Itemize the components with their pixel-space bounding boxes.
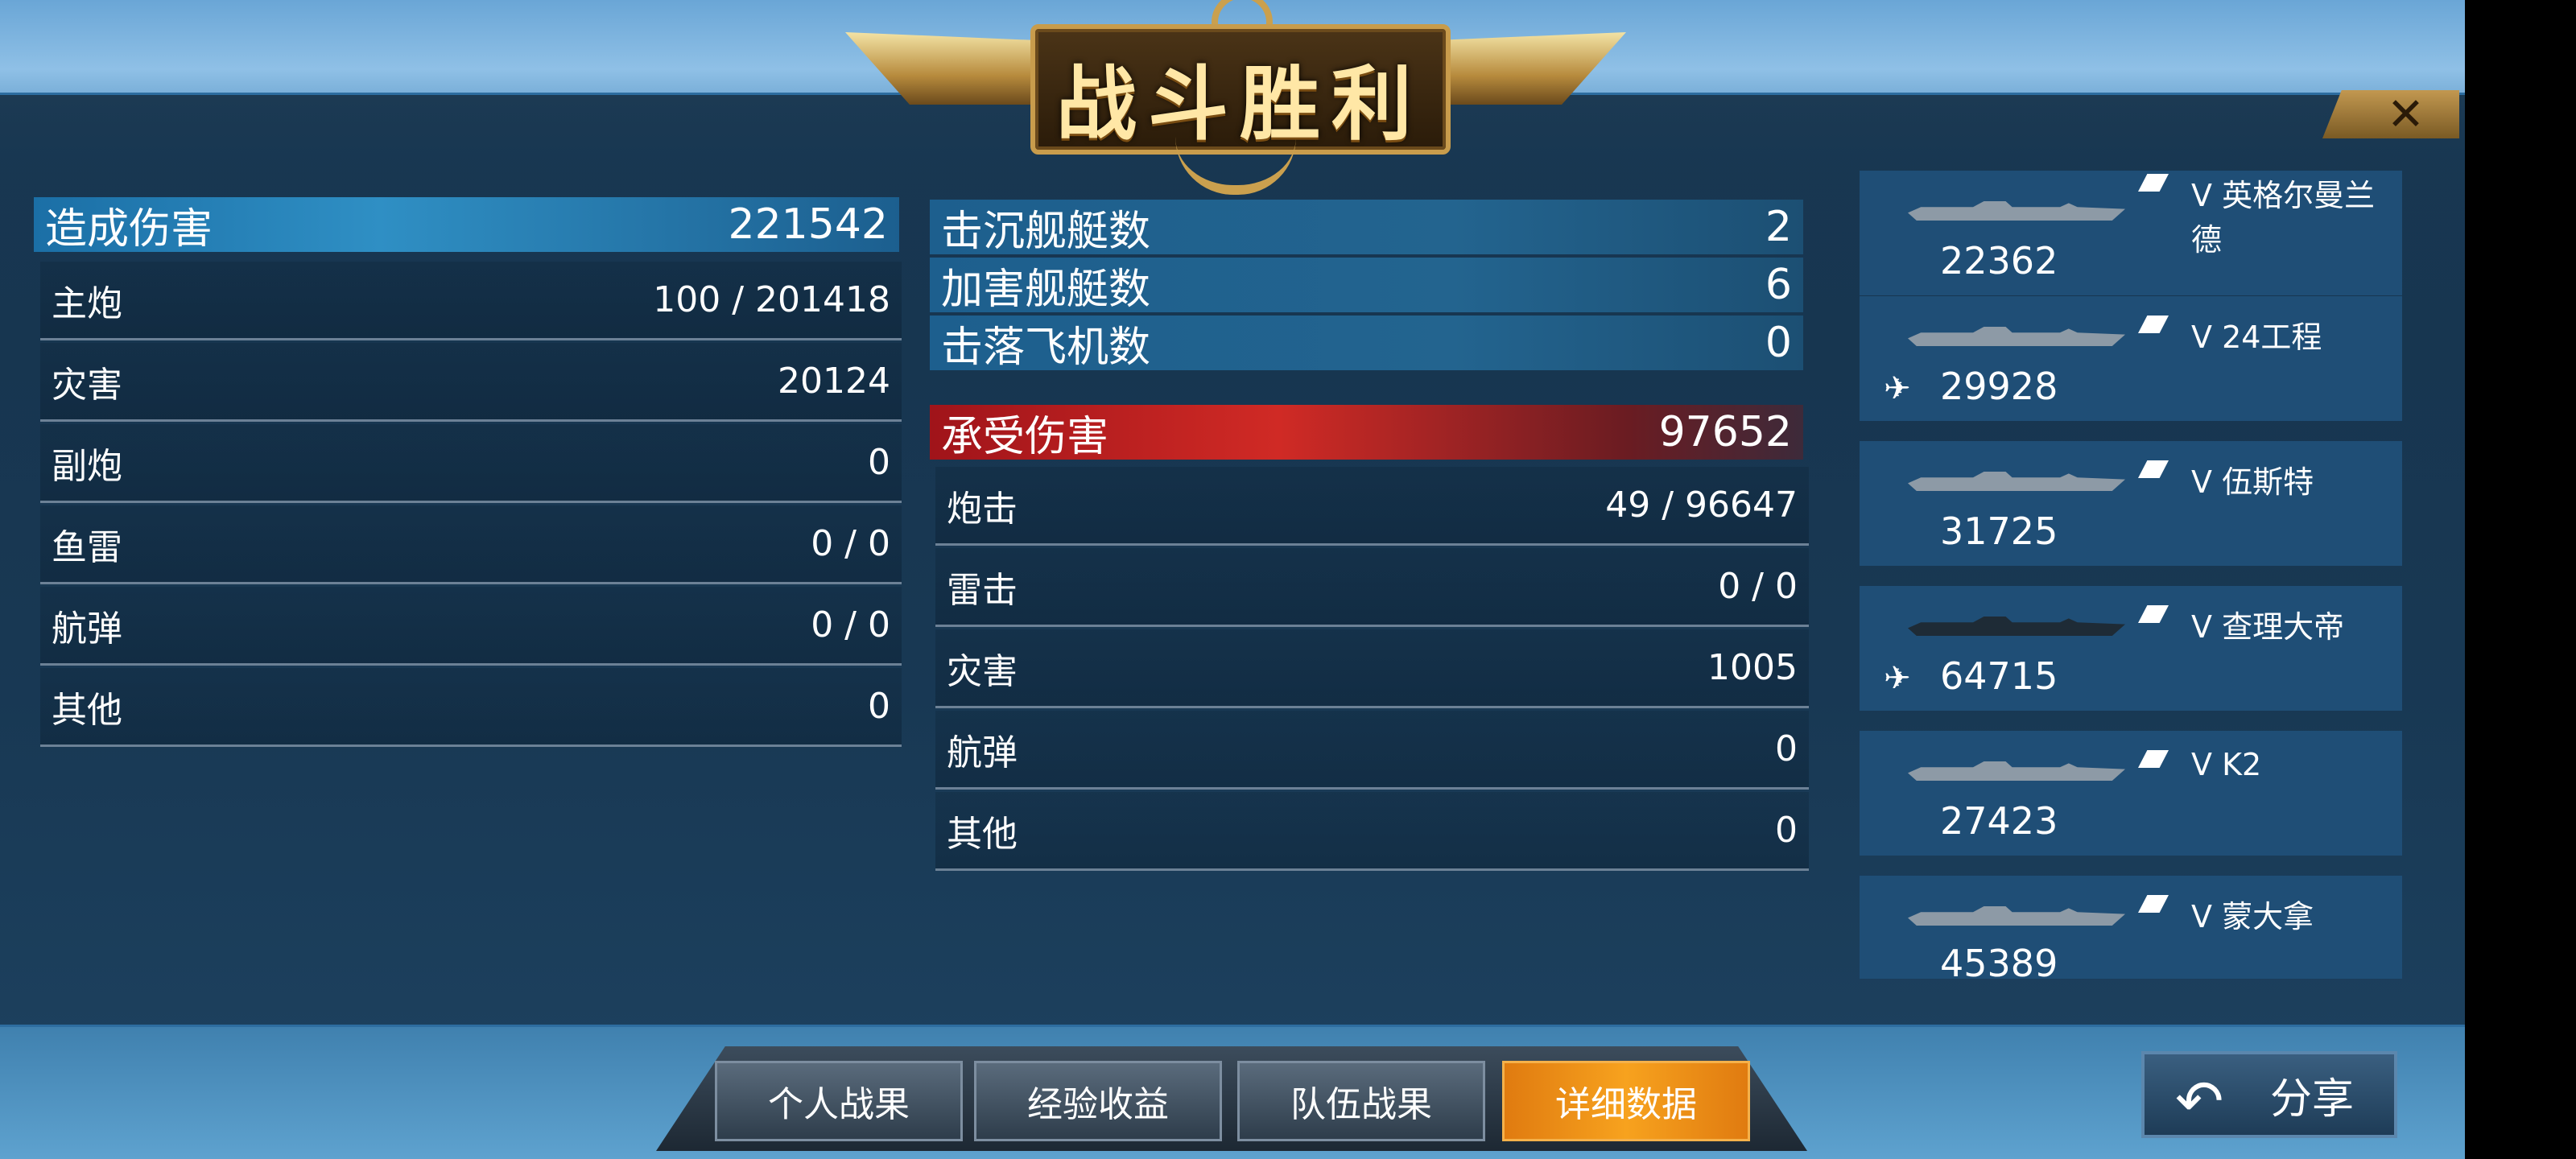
- title-emblem: 战斗胜利: [845, 0, 1626, 195]
- row-value: 100 / 201418: [653, 279, 890, 320]
- ship-silhouette-icon: [1908, 761, 2125, 781]
- tab-detailed-data[interactable]: 详细数据: [1502, 1061, 1750, 1141]
- ship-class-icon: [2138, 895, 2169, 913]
- ship-damage: 31725: [1940, 509, 2058, 553]
- damage-taken-row: 灾害 1005: [935, 629, 1809, 708]
- summary-row: 击落飞机数 0: [930, 316, 1803, 372]
- row-label: 加害舰艇数: [941, 265, 1151, 314]
- row-label: 航弹: [947, 732, 1018, 773]
- row-label: 其他: [52, 689, 122, 731]
- row-value: 1005: [1707, 647, 1798, 688]
- row-value: 0: [868, 442, 890, 483]
- row-label: 主炮: [52, 283, 122, 324]
- ship-name: V 英格尔曼兰德: [2191, 178, 2376, 258]
- ship-card[interactable]: V 蒙大拿 45389: [1860, 876, 2402, 985]
- ship-class-icon: [2138, 316, 2169, 333]
- ship-card[interactable]: V 查理大帝 ✈ 64715: [1860, 586, 2402, 711]
- damage-taken-label: 承受伤害: [941, 412, 1109, 461]
- row-value: 0: [1775, 728, 1798, 769]
- damage-row: 副炮 0: [40, 424, 902, 503]
- ship-name: V 伍斯特: [2191, 464, 2314, 500]
- share-arrow-icon: ↶: [2175, 1067, 2224, 1135]
- tab-team-results[interactable]: 队伍战果: [1237, 1061, 1485, 1141]
- ship-silhouette-icon: [1908, 617, 2125, 636]
- damage-taken-row: 雷击 0 / 0: [935, 548, 1809, 627]
- ship-class-icon: [2138, 174, 2169, 192]
- share-label: 分享: [2269, 1074, 2354, 1124]
- share-button[interactable]: ↶ 分享: [2141, 1051, 2397, 1138]
- row-value: 0: [868, 686, 890, 727]
- damage-taken-header: 承受伤害 97652: [930, 405, 1803, 461]
- close-button[interactable]: ✕: [2322, 90, 2459, 138]
- row-value: 0 / 0: [811, 604, 890, 645]
- row-label: 副炮: [52, 445, 122, 487]
- row-label: 航弹: [52, 608, 122, 650]
- damage-row: 灾害 20124: [40, 343, 902, 422]
- damage-dealt-total: 221542: [728, 200, 888, 249]
- ship-class-icon: [2138, 750, 2169, 768]
- damage-row: 主炮 100 / 201418: [40, 262, 902, 340]
- row-label: 击落飞机数: [941, 323, 1151, 372]
- row-value: 49 / 96647: [1605, 485, 1798, 526]
- row-value: 0: [1765, 319, 1792, 367]
- ship-damage: 29928: [1940, 365, 2058, 408]
- ship-silhouette-icon: [1908, 201, 2125, 221]
- tab-label: 详细数据: [1555, 1084, 1697, 1125]
- tab-label: 经验收益: [1027, 1084, 1169, 1125]
- damage-row: 鱼雷 0 / 0: [40, 505, 902, 584]
- damage-dealt-header: 造成伤害 221542: [34, 197, 899, 254]
- summary-row: 加害舰艇数 6: [930, 258, 1803, 314]
- row-value: 20124: [778, 361, 890, 402]
- aircraft-icon: ✈: [1884, 660, 1911, 697]
- row-label: 炮击: [947, 488, 1018, 530]
- row-value: 6: [1765, 261, 1792, 309]
- row-value: 2: [1765, 203, 1792, 251]
- page-title: 战斗胜利: [1056, 57, 1423, 151]
- ship-name: V 查理大帝: [2191, 609, 2345, 645]
- close-icon: ✕: [2387, 89, 2425, 141]
- ship-card[interactable]: V 伍斯特 31725: [1860, 441, 2402, 566]
- ship-name: V 蒙大拿: [2191, 899, 2314, 934]
- damage-taken-row: 航弹 0: [935, 711, 1809, 790]
- row-label: 灾害: [947, 650, 1018, 692]
- ship-class-icon: [2138, 460, 2169, 478]
- ship-damage: 22362: [1940, 239, 2058, 283]
- damage-dealt-label: 造成伤害: [45, 204, 213, 254]
- damage-row: 航弹 0 / 0: [40, 587, 902, 666]
- summary-row: 击沉舰艇数 2: [930, 200, 1803, 256]
- screen-edge: [2465, 0, 2576, 1159]
- tab-experience[interactable]: 经验收益: [974, 1061, 1222, 1141]
- ship-silhouette-icon: [1908, 906, 2125, 926]
- ship-silhouette-icon: [1908, 472, 2125, 491]
- ship-class-icon: [2138, 605, 2169, 623]
- damage-row: 其他 0: [40, 668, 902, 747]
- row-value: 0 / 0: [1718, 566, 1798, 607]
- row-value: 0 / 0: [811, 523, 890, 564]
- ship-card[interactable]: V 英格尔曼兰德 22362: [1860, 171, 2402, 295]
- damage-taken-row: 其他 0: [935, 792, 1809, 871]
- tab-personal-results[interactable]: 个人战果: [715, 1061, 963, 1141]
- ship-damage: 45389: [1940, 942, 2058, 985]
- ship-damage: 64715: [1940, 654, 2058, 698]
- row-label: 其他: [947, 813, 1018, 855]
- row-label: 灾害: [52, 364, 122, 406]
- ship-name: V 24工程: [2191, 320, 2322, 355]
- row-label: 鱼雷: [52, 526, 122, 568]
- damage-taken-total: 97652: [1658, 408, 1792, 456]
- ship-card[interactable]: V K2 27423: [1860, 731, 2402, 856]
- ship-name: V K2: [2191, 747, 2262, 782]
- ship-card[interactable]: V 24工程 ✈ 29928: [1860, 296, 2402, 421]
- tab-label: 队伍战果: [1290, 1084, 1432, 1125]
- tab-label: 个人战果: [768, 1084, 910, 1125]
- row-label: 雷击: [947, 569, 1018, 611]
- row-label: 击沉舰艇数: [941, 207, 1151, 256]
- ship-silhouette-icon: [1908, 327, 2125, 346]
- damage-taken-row: 炮击 49 / 96647: [935, 467, 1809, 546]
- ship-damage: 27423: [1940, 799, 2058, 843]
- row-value: 0: [1775, 810, 1798, 851]
- aircraft-icon: ✈: [1884, 370, 1911, 407]
